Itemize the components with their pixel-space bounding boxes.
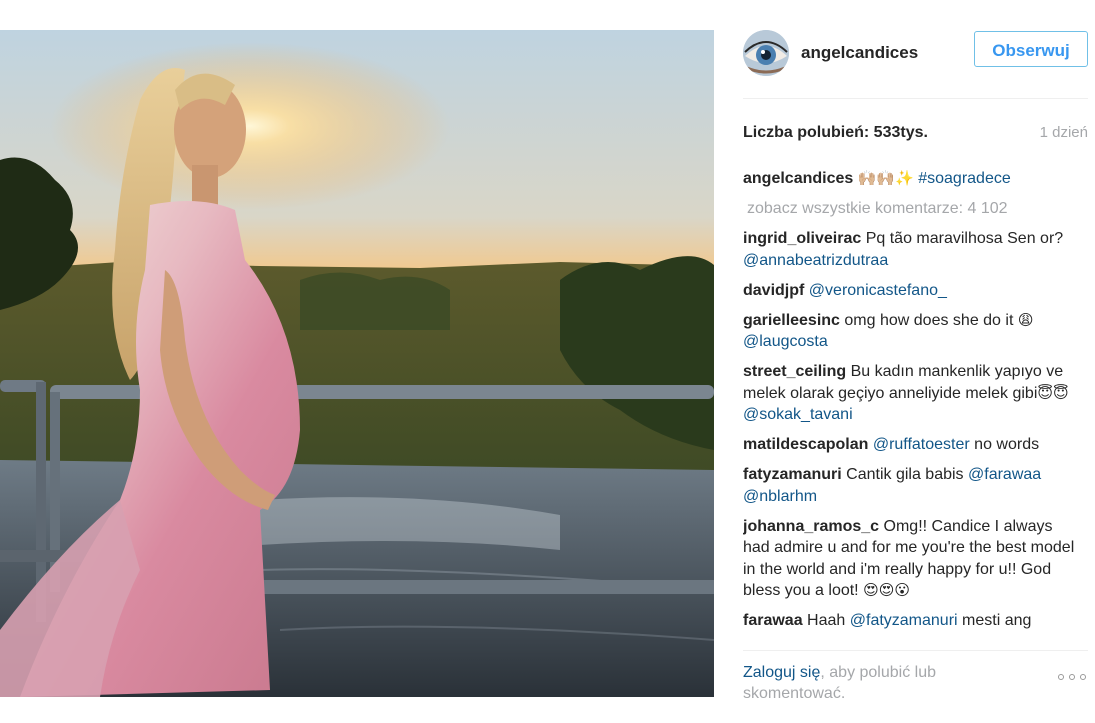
divider — [743, 98, 1088, 99]
comment-item: garielleesinc omg how does she do it 😩 @… — [743, 310, 1082, 353]
comment-username[interactable]: johanna_ramos_c — [743, 518, 879, 535]
comment-emoji: 😩 — [1017, 310, 1034, 329]
comment-mention[interactable]: @nblarhm — [743, 488, 817, 505]
comment-emoji: 😍😍😮 — [863, 581, 910, 599]
caption-username[interactable]: angelcandices — [743, 170, 853, 187]
post-time[interactable]: 1 dzień — [1040, 124, 1088, 141]
comment-username[interactable]: ingrid_oliveirac — [743, 230, 861, 247]
comment-item: johanna_ramos_c Omg!! Candice I always h… — [743, 516, 1082, 602]
comment-text: Pq tão maravilhosa Sen or? — [865, 230, 1064, 247]
comment-item: farawaa Haah @fatyzamanuri mesti ang — [743, 610, 1082, 632]
comment-mention[interactable]: @annabeatrizdutraa — [743, 252, 888, 269]
comment-item: ingrid_oliveirac Pq tão maravilhosa Sen … — [743, 228, 1082, 271]
avatar[interactable] — [743, 30, 789, 76]
post-header: angelcandices Obserwuj — [743, 30, 1088, 96]
comments-list: angelcandices 🙌🏼🙌🏼✨ #soagradece zobacz w… — [743, 168, 1082, 643]
comment-mention[interactable]: @laugcosta — [743, 333, 828, 350]
comment-mention[interactable]: @ruffatoester — [873, 436, 970, 453]
comment-text: omg how does she do it — [844, 311, 1014, 329]
more-dot — [1069, 674, 1075, 680]
comment-username[interactable]: garielleesinc — [743, 312, 840, 329]
comment-username[interactable]: matildescapolan — [743, 436, 868, 453]
follow-button[interactable]: Obserwuj — [974, 31, 1088, 67]
comment-username[interactable]: farawaa — [743, 612, 803, 629]
post-photo[interactable] — [0, 30, 714, 697]
login-link[interactable]: Zaloguj się — [743, 664, 820, 681]
post-side-panel: angelcandices Obserwuj Liczba polubień: … — [714, 0, 1095, 723]
post-footer: Zaloguj się, aby polubić lub skomentować… — [743, 662, 1088, 702]
comment-username[interactable]: davidjpf — [743, 282, 804, 299]
caption-hashtag[interactable]: #soagradece — [918, 170, 1011, 187]
likes-count: Liczba polubień: 533tys. — [743, 124, 928, 141]
comment-item: matildescapolan @ruffatoester no words — [743, 434, 1082, 456]
more-options-icon[interactable] — [1058, 672, 1088, 682]
view-all-comments-link[interactable]: zobacz wszystkie komentarze: 4 102 — [747, 198, 1082, 219]
more-dot — [1080, 674, 1086, 680]
comment-item: street_ceiling Bu kadın mankenlik yapıyo… — [743, 361, 1082, 426]
comment-text: Haah — [807, 612, 846, 629]
header-username[interactable]: angelcandices — [801, 43, 918, 63]
comment-username[interactable]: street_ceiling — [743, 363, 846, 380]
comment-text: no words — [974, 436, 1040, 453]
comment-text: mesti ang — [962, 612, 1032, 629]
caption-emoji: 🙌🏼🙌🏼✨ — [857, 169, 914, 187]
comment-emoji: 😇😇 — [1037, 383, 1069, 402]
comment-username[interactable]: fatyzamanuri — [743, 466, 842, 483]
comment-item: davidjpf @veronicastefano_ — [743, 280, 1082, 302]
login-prompt: Zaloguj się, aby polubić lub skomentować… — [743, 662, 983, 704]
comment-item: fatyzamanuri Cantik gila babis @farawaa … — [743, 464, 1082, 507]
comment-mention[interactable]: @fatyzamanuri — [850, 612, 958, 629]
post-stats: Liczba polubień: 533tys. 1 dzień — [743, 124, 1088, 146]
divider — [743, 650, 1088, 651]
post-photo-image — [0, 30, 714, 697]
more-dot — [1058, 674, 1064, 680]
caption: angelcandices 🙌🏼🙌🏼✨ #soagradece — [743, 168, 1082, 190]
eye-avatar-image — [743, 30, 789, 76]
comment-mention[interactable]: @sokak_tavani — [743, 406, 853, 423]
comment-text: Cantik gila babis — [846, 466, 964, 483]
comment-mention[interactable]: @veronicastefano_ — [809, 282, 947, 299]
comment-mention[interactable]: @farawaa — [968, 466, 1041, 483]
